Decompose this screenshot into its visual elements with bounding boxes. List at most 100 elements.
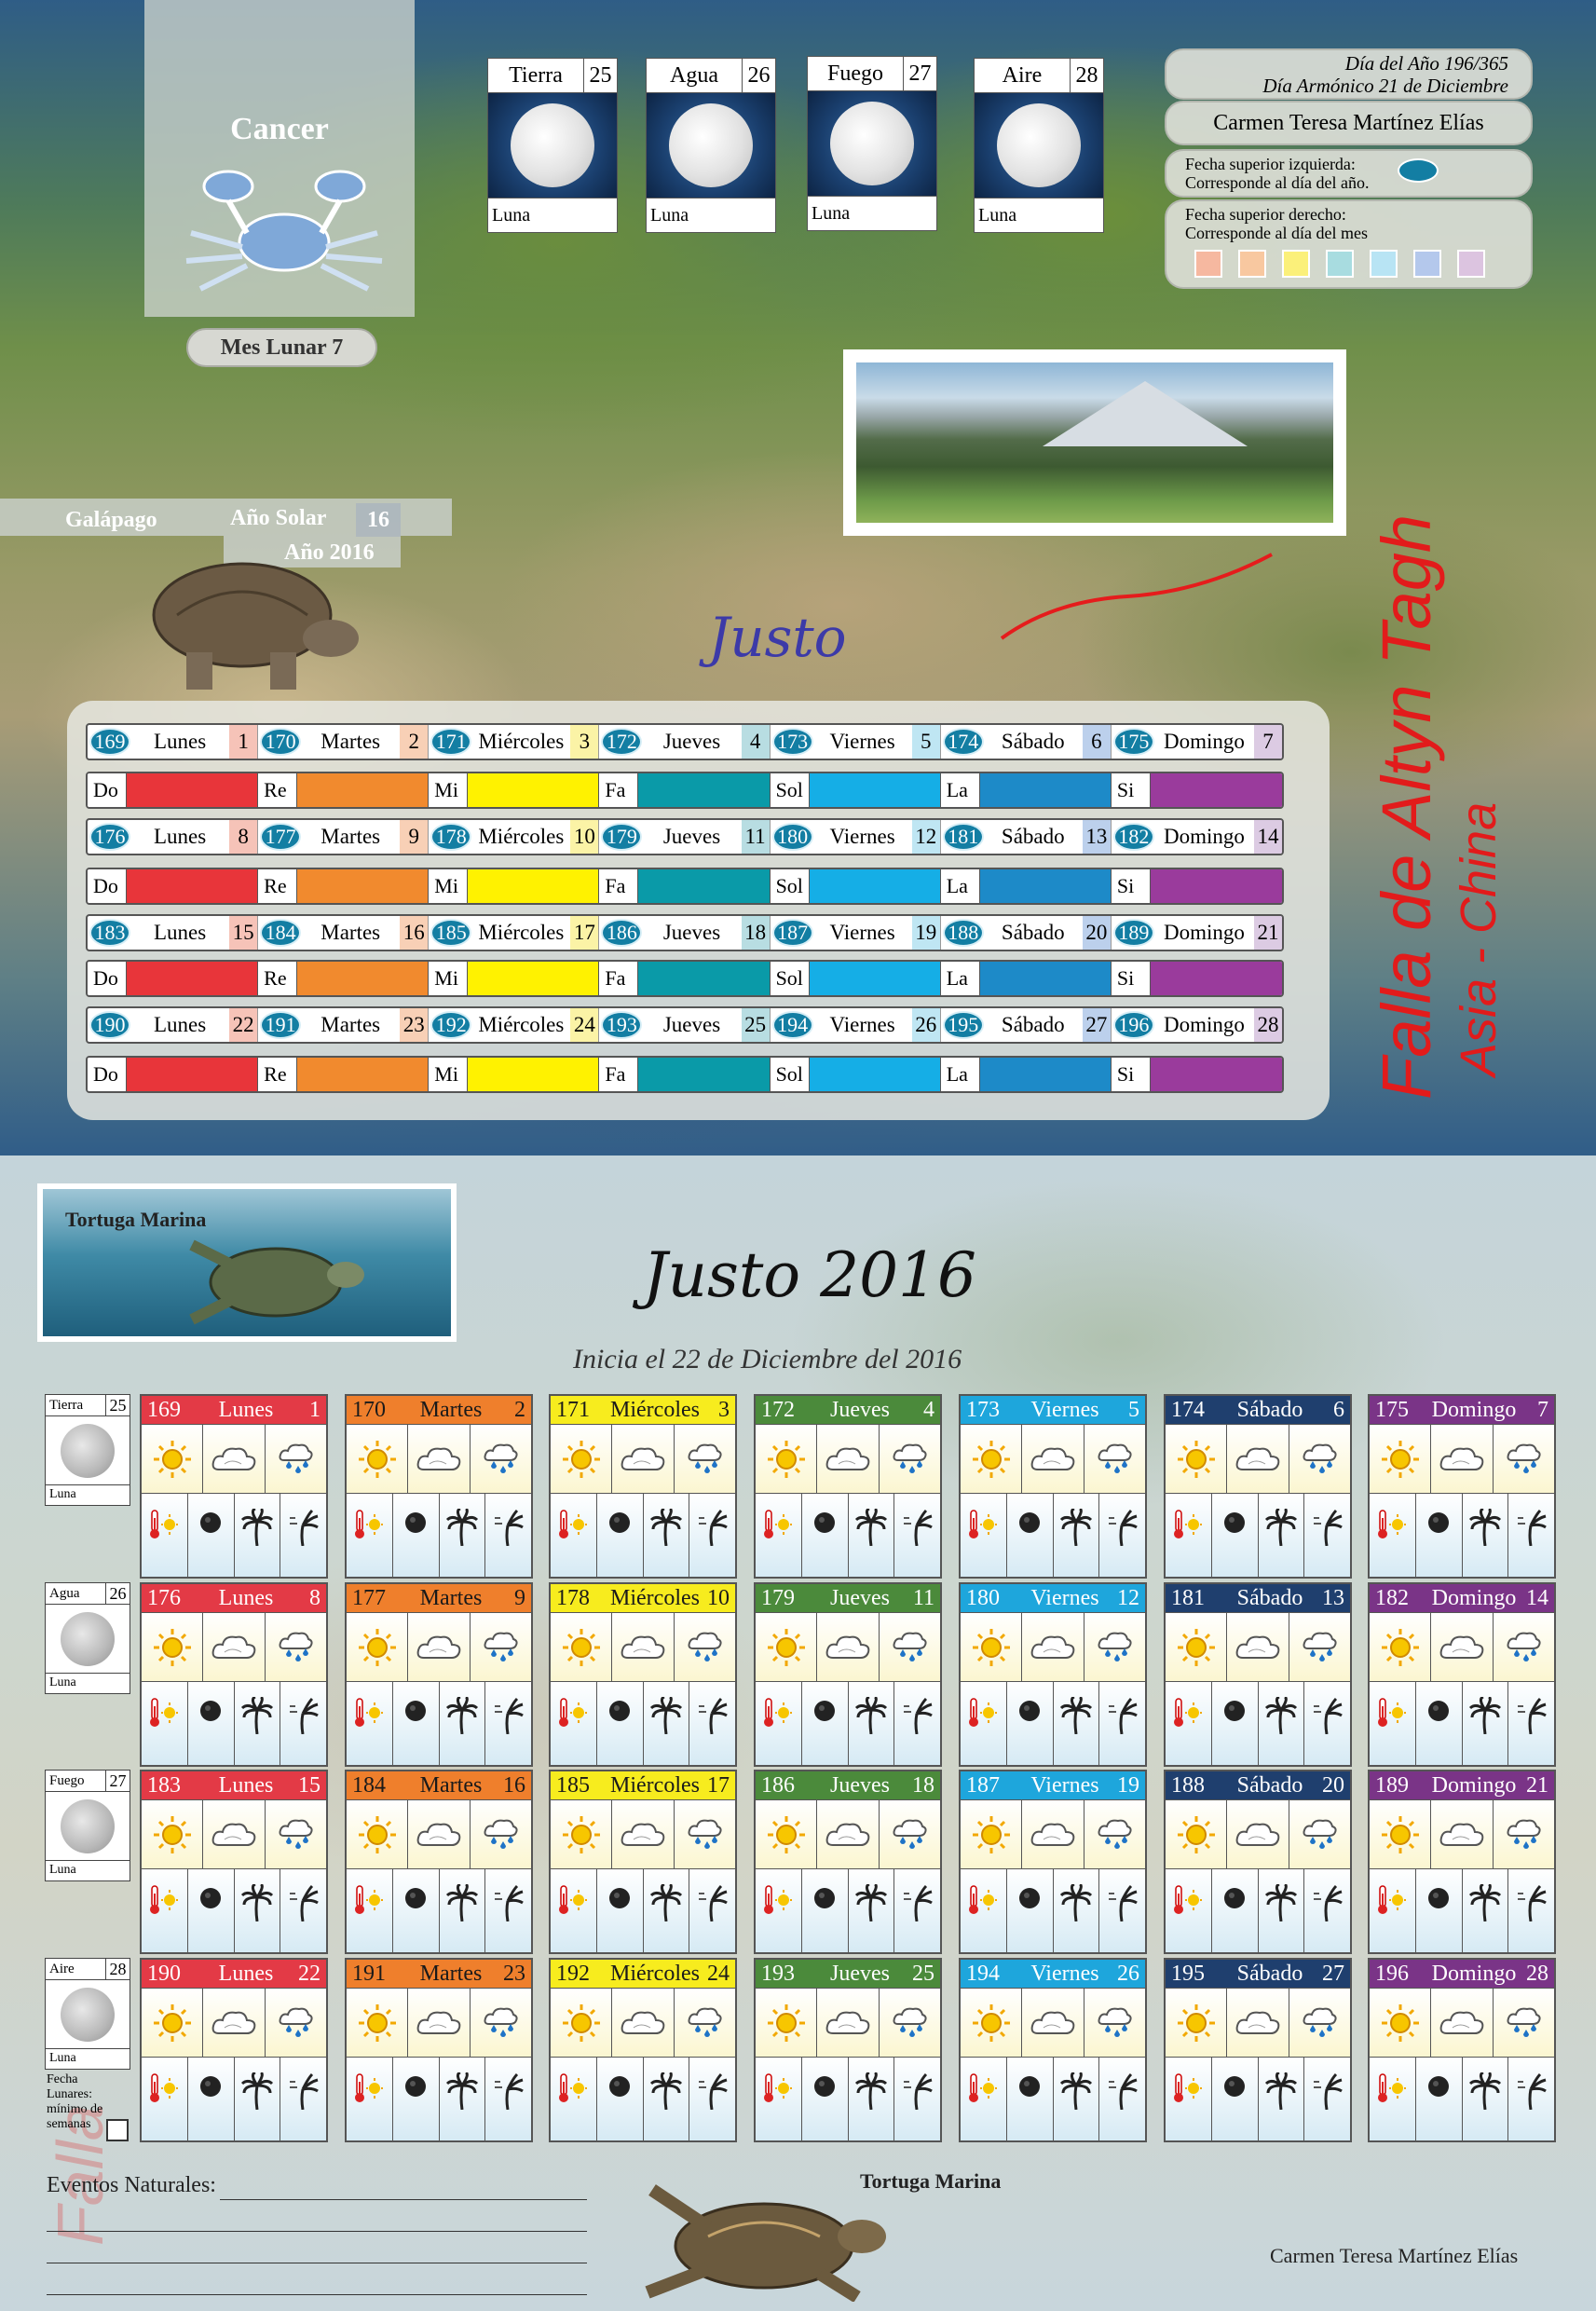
heat-icon[interactable] [142, 1494, 188, 1577]
heat-icon[interactable] [347, 1494, 393, 1577]
new-moon-icon[interactable] [1007, 1494, 1054, 1577]
cloudy-icon[interactable] [1431, 1989, 1494, 2057]
heat-icon[interactable] [551, 1494, 597, 1577]
cloudy-icon[interactable] [1431, 1613, 1494, 1681]
sunny-icon[interactable] [347, 1613, 409, 1681]
sunny-icon[interactable] [142, 1613, 204, 1681]
palm-tree-icon[interactable] [1259, 1494, 1305, 1577]
heat-icon[interactable] [961, 1682, 1007, 1765]
sunny-icon[interactable] [1370, 1613, 1432, 1681]
sunny-icon[interactable] [1370, 1425, 1432, 1493]
rain-icon[interactable] [266, 1613, 326, 1681]
heat-icon[interactable] [1166, 1869, 1212, 1952]
heat-icon[interactable] [756, 2058, 802, 2140]
cloudy-icon[interactable] [1022, 1425, 1084, 1493]
wind-icon[interactable] [1304, 1682, 1350, 1765]
heat-icon[interactable] [142, 2058, 188, 2140]
cloudy-icon[interactable] [1227, 1989, 1289, 2057]
new-moon-icon[interactable] [393, 1869, 440, 1952]
wind-icon[interactable] [894, 1869, 940, 1952]
wind-icon[interactable] [1099, 1869, 1145, 1952]
rain-icon[interactable] [471, 1425, 531, 1493]
new-moon-icon[interactable] [597, 1682, 644, 1765]
sunny-icon[interactable] [142, 1989, 204, 2057]
palm-tree-icon[interactable] [440, 1494, 486, 1577]
cloudy-icon[interactable] [817, 1989, 880, 2057]
rain-icon[interactable] [471, 1800, 531, 1868]
heat-icon[interactable] [142, 1682, 188, 1765]
rain-icon[interactable] [675, 1989, 735, 2057]
new-moon-icon[interactable] [1007, 1682, 1054, 1765]
cloudy-icon[interactable] [203, 1989, 266, 2057]
new-moon-icon[interactable] [1416, 1682, 1463, 1765]
cloudy-icon[interactable] [612, 1800, 675, 1868]
palm-tree-icon[interactable] [235, 2058, 281, 2140]
new-moon-icon[interactable] [188, 1494, 235, 1577]
cloudy-icon[interactable] [203, 1613, 266, 1681]
heat-icon[interactable] [142, 1869, 188, 1952]
cloudy-icon[interactable] [612, 1989, 675, 2057]
palm-tree-icon[interactable] [235, 1494, 281, 1577]
rain-icon[interactable] [471, 1613, 531, 1681]
wind-icon[interactable] [1304, 1869, 1350, 1952]
palm-tree-icon[interactable] [849, 1869, 895, 1952]
new-moon-icon[interactable] [802, 2058, 849, 2140]
new-moon-icon[interactable] [802, 1494, 849, 1577]
new-moon-icon[interactable] [1416, 1869, 1463, 1952]
sunny-icon[interactable] [347, 1989, 409, 2057]
new-moon-icon[interactable] [1416, 1494, 1463, 1577]
palm-tree-icon[interactable] [1463, 2058, 1509, 2140]
sunny-icon[interactable] [1166, 1425, 1228, 1493]
rain-icon[interactable] [880, 1613, 940, 1681]
rain-icon[interactable] [1084, 1425, 1145, 1493]
sunny-icon[interactable] [961, 1425, 1023, 1493]
sunny-icon[interactable] [142, 1425, 204, 1493]
rain-icon[interactable] [1289, 1613, 1350, 1681]
new-moon-icon[interactable] [1212, 1869, 1259, 1952]
new-moon-icon[interactable] [188, 1682, 235, 1765]
cloudy-icon[interactable] [1022, 1613, 1084, 1681]
palm-tree-icon[interactable] [849, 1682, 895, 1765]
rain-icon[interactable] [1084, 1800, 1145, 1868]
cloudy-icon[interactable] [1227, 1800, 1289, 1868]
wind-icon[interactable] [894, 2058, 940, 2140]
rain-icon[interactable] [1084, 1989, 1145, 2057]
new-moon-icon[interactable] [393, 1494, 440, 1577]
heat-icon[interactable] [1166, 2058, 1212, 2140]
rain-icon[interactable] [266, 1989, 326, 2057]
sunny-icon[interactable] [551, 1800, 613, 1868]
sunny-icon[interactable] [961, 1800, 1023, 1868]
sunny-icon[interactable] [551, 1425, 613, 1493]
cloudy-icon[interactable] [408, 1989, 471, 2057]
palm-tree-icon[interactable] [1463, 1682, 1509, 1765]
palm-tree-icon[interactable] [440, 1682, 486, 1765]
palm-tree-icon[interactable] [1054, 1494, 1100, 1577]
sunny-icon[interactable] [756, 1989, 818, 2057]
rain-icon[interactable] [1494, 1800, 1554, 1868]
heat-icon[interactable] [1370, 2058, 1416, 2140]
heat-icon[interactable] [347, 1682, 393, 1765]
sunny-icon[interactable] [1166, 1989, 1228, 2057]
cloudy-icon[interactable] [612, 1425, 675, 1493]
wind-icon[interactable] [689, 2058, 735, 2140]
heat-icon[interactable] [961, 1869, 1007, 1952]
wind-icon[interactable] [1099, 1494, 1145, 1577]
heat-icon[interactable] [347, 2058, 393, 2140]
wind-icon[interactable] [894, 1494, 940, 1577]
sunny-icon[interactable] [961, 1613, 1023, 1681]
cloudy-icon[interactable] [1227, 1613, 1289, 1681]
palm-tree-icon[interactable] [1259, 2058, 1305, 2140]
sunny-icon[interactable] [551, 1989, 613, 2057]
palm-tree-icon[interactable] [235, 1682, 281, 1765]
sunny-icon[interactable] [551, 1613, 613, 1681]
cloudy-icon[interactable] [203, 1800, 266, 1868]
new-moon-icon[interactable] [1007, 1869, 1054, 1952]
palm-tree-icon[interactable] [644, 1682, 690, 1765]
rain-icon[interactable] [1494, 1425, 1554, 1493]
sunny-icon[interactable] [756, 1425, 818, 1493]
wind-icon[interactable] [894, 1682, 940, 1765]
sunny-icon[interactable] [1370, 1989, 1432, 2057]
rain-icon[interactable] [880, 1989, 940, 2057]
cloudy-icon[interactable] [408, 1800, 471, 1868]
new-moon-icon[interactable] [802, 1869, 849, 1952]
